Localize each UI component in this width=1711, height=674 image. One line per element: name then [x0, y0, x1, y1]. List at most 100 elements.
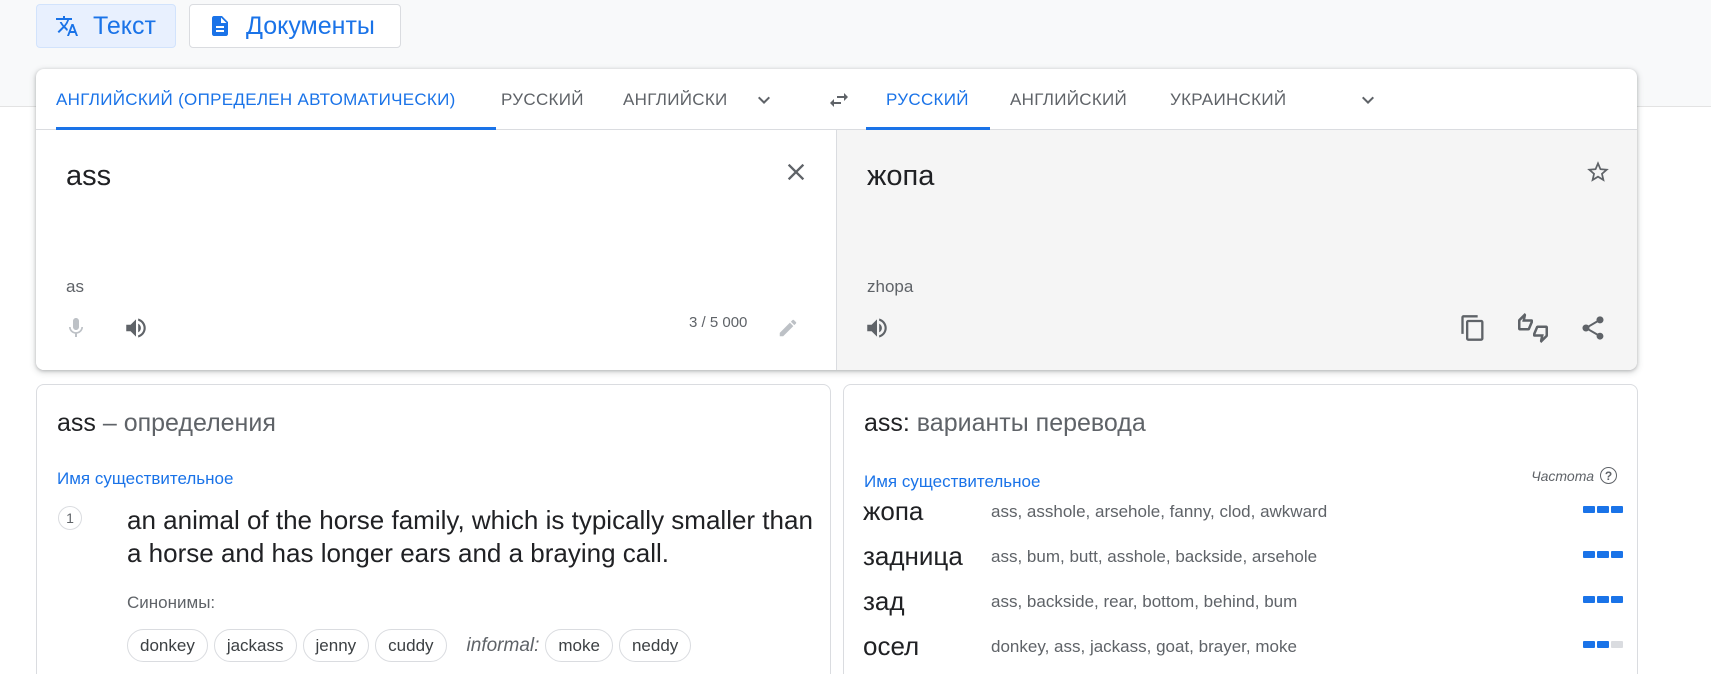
copy-icon: [1461, 315, 1484, 341]
rate-translation-button[interactable]: [1513, 308, 1553, 348]
back-translation[interactable]: asshole: [1107, 547, 1166, 566]
back-translation[interactable]: bum: [1027, 547, 1060, 566]
alternative-word[interactable]: задница: [863, 541, 991, 572]
alternative-word[interactable]: осел: [863, 631, 991, 662]
source-lang-russian-tab[interactable]: РУССКИЙ: [501, 69, 601, 130]
back-translation[interactable]: ass: [991, 592, 1017, 611]
star-icon: [1587, 161, 1609, 182]
frequency-segment: [1583, 551, 1595, 558]
back-translation[interactable]: rear: [1103, 592, 1132, 611]
back-translation[interactable]: clod: [1219, 502, 1250, 521]
alternatives-card: ass: варианты перевода Имя существительн…: [843, 384, 1638, 674]
synonym-chip[interactable]: jenny: [302, 629, 370, 662]
source-textarea[interactable]: ass: [66, 160, 111, 193]
source-lang-detected-tab[interactable]: АНГЛИЙСКИЙ (ОПРЕДЕЛЕН АВТОМАТИЧЕСКИ): [56, 69, 496, 130]
synonym-chips: donkey jackass jenny cuddy informal: mok…: [127, 629, 697, 662]
frequency-segment: [1583, 506, 1595, 513]
back-translation[interactable]: butt: [1069, 547, 1097, 566]
alternative-row: жопа ass, asshole, arsehole, fanny, clod,…: [863, 489, 1623, 534]
documents-mode-label: Документы: [246, 11, 375, 40]
synonym-chip[interactable]: donkey: [127, 629, 208, 662]
chevron-down-icon: [758, 96, 770, 104]
back-translations: ass, backside, rear, bottom, behind, bum: [991, 591, 1298, 611]
swap-languages-button[interactable]: [819, 80, 859, 120]
back-translation[interactable]: ass: [1054, 637, 1080, 656]
definitions-word: ass: [57, 409, 96, 437]
synonym-chip[interactable]: moke: [545, 629, 613, 662]
back-translation[interactable]: awkward: [1260, 502, 1327, 521]
frequency-segment: [1583, 641, 1595, 648]
source-pane: ass as 3 / 5 000: [36, 130, 836, 370]
documents-mode-button[interactable]: Документы: [189, 4, 401, 48]
synonym-chip[interactable]: neddy: [618, 629, 692, 662]
definitions-title-suffix: – определения: [95, 409, 276, 437]
text-mode-button[interactable]: Текст: [36, 4, 176, 48]
source-lang-english-label: АНГЛИЙСКИ: [623, 89, 728, 109]
target-pane: жопа zhopa: [836, 130, 1637, 370]
alternative-word[interactable]: жопа: [863, 496, 991, 527]
back-translation[interactable]: arsehole: [1095, 502, 1160, 521]
listen-translation-button[interactable]: [859, 310, 895, 346]
target-lang-russian-tab[interactable]: РУССКИЙ: [866, 69, 990, 130]
back-translation[interactable]: arsehole: [1252, 547, 1317, 566]
swap-icon: [830, 93, 848, 107]
translate-icon: [56, 16, 78, 36]
back-translation[interactable]: behind: [1204, 592, 1255, 611]
alternative-word[interactable]: зад: [863, 586, 991, 617]
help-icon[interactable]: ?: [1600, 467, 1617, 484]
back-translation[interactable]: donkey: [991, 637, 1045, 656]
listen-source-button[interactable]: [118, 310, 154, 346]
frequency-segment: [1597, 596, 1609, 603]
alternatives-word: ass:: [864, 409, 910, 437]
frequency-header: Частота ?: [1531, 467, 1617, 484]
back-translation[interactable]: moke: [1255, 637, 1297, 656]
frequency-bar: [1581, 596, 1623, 603]
back-translation[interactable]: brayer: [1199, 637, 1246, 656]
back-translation[interactable]: bum: [1264, 592, 1297, 611]
target-lang-ukrainian-tab[interactable]: УКРАИНСКИЙ: [1170, 69, 1310, 130]
frequency-segment: [1611, 641, 1623, 648]
back-translations: donkey, ass, jackass, goat, brayer, moke: [991, 636, 1297, 656]
target-lang-english-tab[interactable]: АНГЛИЙСКИЙ: [1010, 69, 1135, 130]
back-translation[interactable]: ass: [991, 547, 1017, 566]
back-translation[interactable]: goat: [1156, 637, 1189, 656]
voice-input-button[interactable]: [58, 310, 94, 346]
chevron-down-icon: [1362, 96, 1374, 104]
definitions-part-of-speech: Имя существительное: [57, 469, 234, 488]
alternative-row: зад ass, backside, rear, bottom, behind, …: [863, 579, 1623, 624]
back-translations: ass, asshole, arsehole, fanny, clod, awk…: [991, 501, 1328, 521]
save-translation-button[interactable]: [1578, 152, 1618, 192]
edit-source-button[interactable]: [770, 310, 806, 346]
frequency-bar: [1581, 551, 1623, 558]
back-translation[interactable]: fanny: [1170, 502, 1210, 521]
alternative-row: осел donkey, ass, jackass, goat, brayer, …: [863, 624, 1623, 669]
alternatives-title-suffix: варианты перевода: [909, 409, 1146, 437]
share-translation-button[interactable]: [1573, 308, 1613, 348]
copy-translation-button[interactable]: [1453, 308, 1493, 348]
back-translation[interactable]: backside: [1027, 592, 1094, 611]
back-translation[interactable]: asshole: [1027, 502, 1086, 521]
target-lang-ukrainian-label: УКРАИНСКИЙ: [1170, 89, 1287, 109]
synonym-chip[interactable]: cuddy: [375, 629, 447, 662]
text-mode-label: Текст: [93, 11, 156, 40]
back-translation[interactable]: backside: [1175, 547, 1242, 566]
target-lang-more-button[interactable]: [1350, 82, 1386, 118]
source-transliteration: as: [66, 277, 84, 296]
back-translation[interactable]: ass: [991, 502, 1017, 521]
frequency-segment: [1583, 596, 1595, 603]
frequency-segment: [1611, 596, 1623, 603]
frequency-label: Частота: [1531, 467, 1594, 484]
clear-source-button[interactable]: [776, 152, 816, 192]
informal-label: informal:: [466, 634, 540, 656]
target-lang-english-label: АНГЛИЙСКИЙ: [1010, 89, 1128, 109]
back-translation[interactable]: jackass: [1090, 637, 1147, 656]
source-lang-russian-label: РУССКИЙ: [501, 89, 584, 109]
back-translation[interactable]: bottom: [1142, 592, 1194, 611]
source-lang-detected-label: АНГЛИЙСКИЙ (ОПРЕДЕЛЕН АВТОМАТИЧЕСКИ): [56, 89, 456, 109]
alternatives-title: ass: варианты перевода: [864, 409, 1146, 438]
target-transliteration: zhopa: [867, 277, 914, 296]
frequency-bar: [1581, 506, 1623, 513]
synonym-chip[interactable]: jackass: [213, 629, 297, 662]
source-lang-more-button[interactable]: [746, 82, 782, 118]
source-lang-english-tab[interactable]: АНГЛИЙСКИ: [623, 69, 740, 130]
